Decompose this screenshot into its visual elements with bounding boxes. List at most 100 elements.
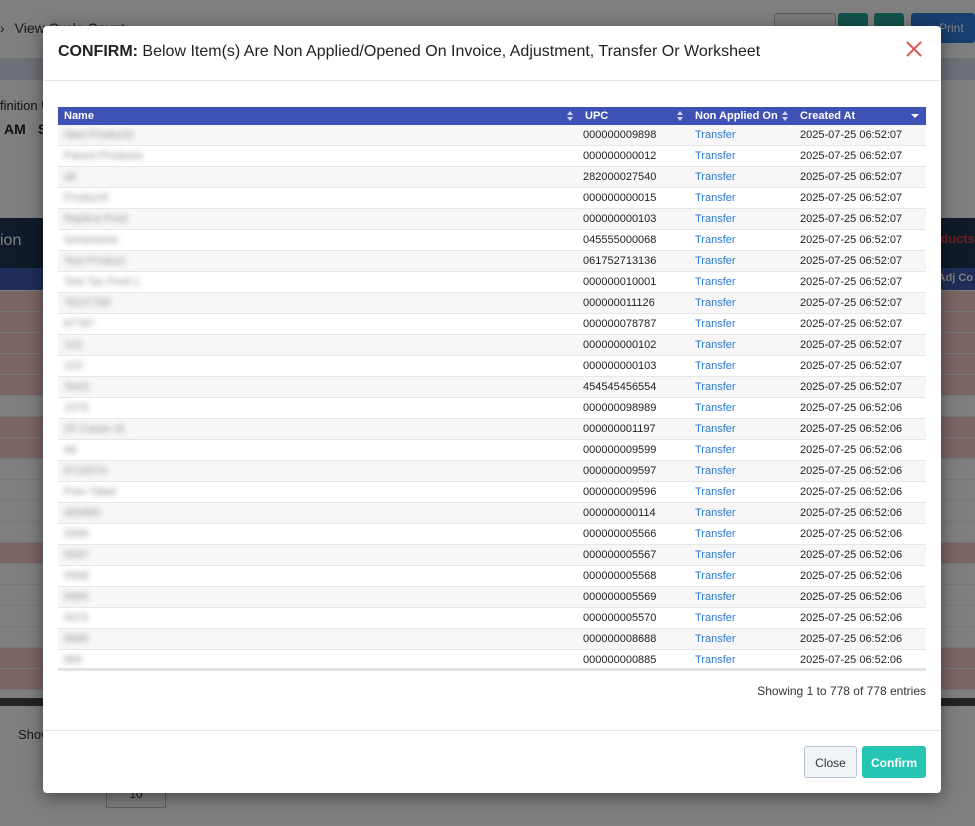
transfer-link[interactable]: Transfer: [695, 339, 736, 351]
transfer-link[interactable]: Transfer: [695, 129, 736, 141]
table-row[interactable]: 103 000000000103 Transfer 2025-07-25 06:52:…: [58, 355, 926, 377]
table-row[interactable]: d00d00 000000000114 Transfer 2025-07-25 06:…: [58, 502, 926, 524]
table-row[interactable]: 5567 000000005567 Transfer 2025-07-25 06:52…: [58, 544, 926, 566]
table-row[interactable]: Test Product 061752713136 Transfer 2025-07-…: [58, 250, 926, 272]
cell-created-at: 2025-07-25 06:52:06: [794, 460, 926, 482]
transfer-link[interactable]: Transfer: [695, 255, 736, 267]
cell-non-applied-on: Transfer: [689, 271, 794, 293]
cell-name: 5566: [58, 523, 579, 545]
table-row[interactable]: 5569 000000005569 Transfer 2025-07-25 06:52…: [58, 586, 926, 608]
cell-name: 102: [58, 334, 579, 356]
table-row[interactable]: Test Tax Prod 1 000000010001 Transfer 2025-…: [58, 271, 926, 293]
table-row[interactable]: ab 282000027540 Transfer 2025-07-25 06:52:0…: [58, 166, 926, 188]
close-button[interactable]: Close: [804, 746, 857, 778]
table-row[interactable]: 1079 000000098989 Transfer 2025-07-25 06:52…: [58, 397, 926, 419]
transfer-link[interactable]: Transfer: [695, 654, 736, 666]
items-table: Name UPC Non Applied On Created At New P…: [58, 107, 926, 668]
table-info: Showing 1 to 778 of 778 entries: [757, 684, 926, 698]
modal-title-lead: CONFIRM:: [58, 43, 138, 60]
table-row[interactable]: 5568 000000005568 Transfer 2025-07-25 06:52…: [58, 565, 926, 587]
cell-created-at: 2025-07-25 06:52:07: [794, 313, 926, 335]
table-row[interactable]: 8716574 000000009597 Transfer 2025-07-25 06…: [58, 460, 926, 482]
cell-non-applied-on: Transfer: [689, 229, 794, 251]
table-row[interactable]: TEST789 000000011126 Transfer 2025-07-25 06…: [58, 292, 926, 314]
transfer-link[interactable]: Transfer: [695, 612, 736, 624]
cell-created-at: 2025-07-25 06:52:06: [794, 544, 926, 566]
table-row[interactable]: Prev Tabel 000000009596 Transfer 2025-07-25…: [58, 481, 926, 503]
cell-name: Product3: [58, 187, 579, 209]
item-name: TEST789: [64, 297, 111, 309]
item-name: New Product3: [64, 129, 134, 141]
cell-non-applied-on: Transfer: [689, 523, 794, 545]
transfer-link[interactable]: Transfer: [695, 444, 736, 456]
table-row[interactable]: 5566 000000005566 Transfer 2025-07-25 06:52…: [58, 523, 926, 545]
cell-name: dd: [58, 439, 579, 461]
cell-upc: 045555000068: [579, 229, 689, 251]
transfer-link[interactable]: Transfer: [695, 549, 736, 561]
cell-upc: 000000005568: [579, 565, 689, 587]
transfer-link[interactable]: Transfer: [695, 318, 736, 330]
table-row[interactable]: Replica Prod 000000000103 Transfer 2025-07-…: [58, 208, 926, 230]
table-row[interactable]: 25 Cases 1k 000000001197 Transfer 2025-07-2…: [58, 418, 926, 440]
transfer-link[interactable]: Transfer: [695, 402, 736, 414]
item-name: tt7787: [64, 318, 95, 330]
transfer-link[interactable]: Transfer: [695, 297, 736, 309]
transfer-link[interactable]: Transfer: [695, 423, 736, 435]
transfer-link[interactable]: Transfer: [695, 528, 736, 540]
column-header-name[interactable]: Name: [58, 107, 579, 125]
cell-upc: 000000009596: [579, 481, 689, 503]
cell-name: Test Tax Prod 1: [58, 271, 579, 293]
cell-created-at: 2025-07-25 06:52:06: [794, 628, 926, 650]
table-row[interactable]: Parent Products 000000000012 Transfer 2025-…: [58, 145, 926, 167]
transfer-link[interactable]: Transfer: [695, 192, 736, 204]
items-table-wrapper[interactable]: Name UPC Non Applied On Created At New P…: [58, 107, 926, 671]
table-row[interactable]: somename 045555000068 Transfer 2025-07-25 0…: [58, 229, 926, 251]
table-row[interactable]: dd 000000009599 Transfer 2025-07-25 06:52:0…: [58, 439, 926, 461]
cell-created-at: 2025-07-25 06:52:07: [794, 250, 926, 272]
table-row[interactable]: Test1 454545456554 Transfer 2025-07-25 06:5…: [58, 376, 926, 398]
transfer-link[interactable]: Transfer: [695, 213, 736, 225]
table-row[interactable]: 5570 000000005570 Transfer 2025-07-25 06:52…: [58, 607, 926, 629]
cell-upc: 282000027540: [579, 166, 689, 188]
column-header-non-applied-on[interactable]: Non Applied On: [689, 107, 794, 125]
transfer-link[interactable]: Transfer: [695, 171, 736, 183]
cell-upc: 000000009898: [579, 125, 689, 146]
transfer-link[interactable]: Transfer: [695, 276, 736, 288]
item-name: 1079: [64, 402, 89, 414]
table-row[interactable]: 8688 000000008688 Transfer 2025-07-25 06:52…: [58, 628, 926, 650]
cell-name: 8716574: [58, 460, 579, 482]
transfer-link[interactable]: Transfer: [695, 465, 736, 477]
transfer-link[interactable]: Transfer: [695, 633, 736, 645]
table-row[interactable]: Product3 000000000015 Transfer 2025-07-25 0…: [58, 187, 926, 209]
cell-created-at: 2025-07-25 06:52:06: [794, 439, 926, 461]
transfer-link[interactable]: Transfer: [695, 381, 736, 393]
confirm-button[interactable]: Confirm: [862, 746, 926, 778]
cell-non-applied-on: Transfer: [689, 565, 794, 587]
cell-non-applied-on: Transfer: [689, 313, 794, 335]
transfer-link[interactable]: Transfer: [695, 507, 736, 519]
table-row[interactable]: 885 000000000885 Transfer 2025-07-25 06:52:…: [58, 649, 926, 668]
table-row[interactable]: tt7787 000000078787 Transfer 2025-07-25 06:…: [58, 313, 926, 335]
transfer-link[interactable]: Transfer: [695, 570, 736, 582]
transfer-link[interactable]: Transfer: [695, 234, 736, 246]
cell-upc: 454545456554: [579, 376, 689, 398]
table-row[interactable]: New Product3 000000009898 Transfer 2025-07-…: [58, 125, 926, 146]
cell-upc: 000000011126: [579, 292, 689, 314]
item-name: 8688: [64, 633, 89, 645]
column-header-created-at[interactable]: Created At: [794, 107, 926, 125]
cell-name: 103: [58, 355, 579, 377]
cell-non-applied-on: Transfer: [689, 544, 794, 566]
transfer-link[interactable]: Transfer: [695, 591, 736, 603]
transfer-link[interactable]: Transfer: [695, 486, 736, 498]
column-header-upc[interactable]: UPC: [579, 107, 689, 125]
cell-created-at: 2025-07-25 06:52:06: [794, 586, 926, 608]
sort-icon: [677, 111, 683, 122]
cell-created-at: 2025-07-25 06:52:07: [794, 334, 926, 356]
cell-upc: 000000005567: [579, 544, 689, 566]
transfer-link[interactable]: Transfer: [695, 150, 736, 162]
item-name: 8716574: [64, 465, 107, 477]
cell-upc: 000000005570: [579, 607, 689, 629]
table-row[interactable]: 102 000000000102 Transfer 2025-07-25 06:52:…: [58, 334, 926, 356]
close-icon[interactable]: [905, 40, 923, 58]
transfer-link[interactable]: Transfer: [695, 360, 736, 372]
